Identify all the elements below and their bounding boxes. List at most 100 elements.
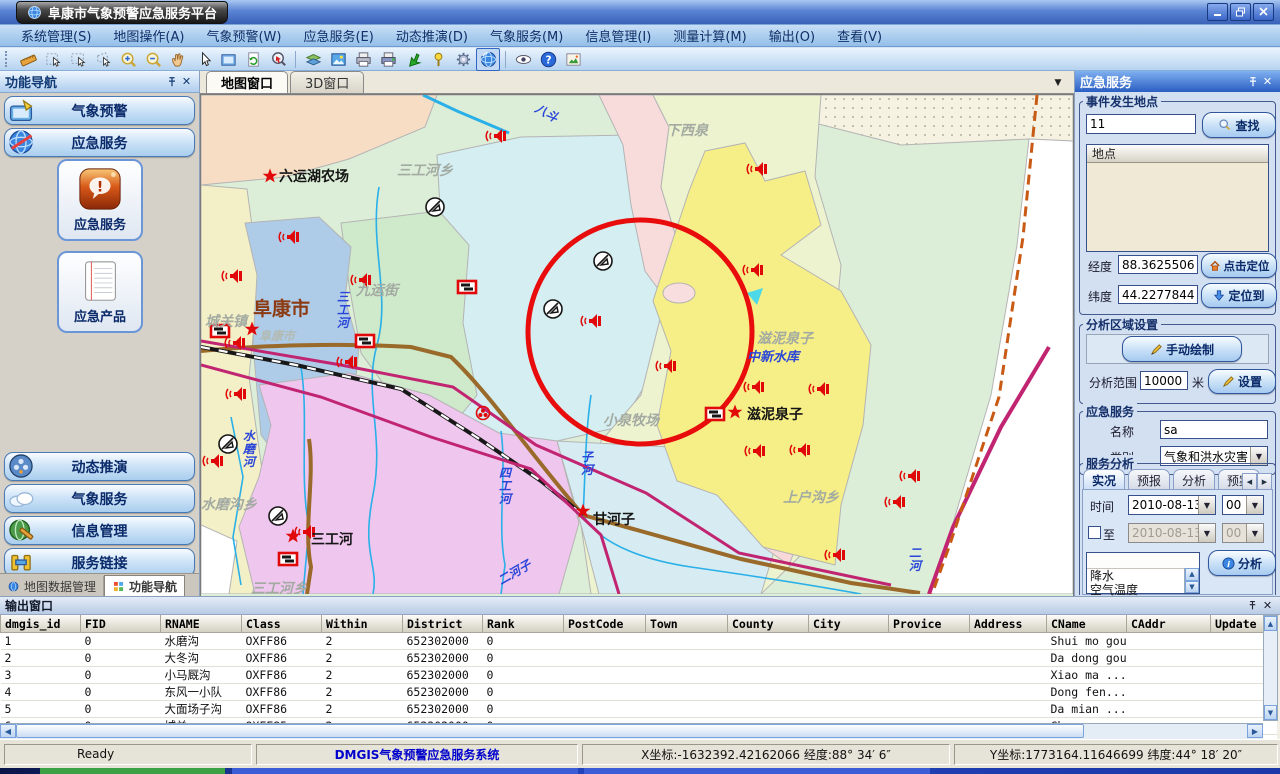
element-list-scrollbar[interactable]: ▲ ▼ [1184,568,1199,593]
toolbar-zoom-out-icon[interactable] [141,48,165,71]
right-panel-close-icon[interactable]: ✕ [1260,75,1275,89]
output-column-header[interactable]: FID [81,615,161,633]
map-tab-1[interactable]: 地图窗口 [206,71,288,93]
nav-bottom-button-3[interactable]: 信息管理 [4,516,195,545]
output-table-row[interactable]: 40东风一小队OXFF8626523020000Dong fen... [1,684,1277,701]
left-panel-tab-1[interactable]: 地图数据管理 [0,576,104,596]
menu-item-4[interactable]: 应急服务(E) [292,24,384,47]
analysis-tab-1[interactable]: 实况 [1083,469,1125,490]
output-column-header[interactable]: CAddr [1127,615,1211,633]
date-to-combo[interactable]: 2010-08-13▼ [1128,523,1216,543]
menu-item-5[interactable]: 动态推演(D) [385,24,479,47]
output-table-row[interactable]: 30小马厩沟OXFF8626523020000Xiao ma ... [1,667,1277,684]
toolbar-layers-icon[interactable] [301,48,325,71]
menu-item-6[interactable]: 气象服务(M) [479,24,574,47]
output-column-header[interactable]: Town [646,615,728,633]
output-scroll-right-icon[interactable]: ▶ [1247,724,1263,738]
manual-draw-button[interactable]: 手动绘制 [1122,336,1242,362]
output-table-row[interactable]: 50大面场子沟OXFF8626523020000Da mian ... [1,701,1277,718]
click-locate-button[interactable]: 点击定位 [1201,253,1277,278]
location-list[interactable]: 地点 [1086,144,1269,252]
scroll-down-icon[interactable]: ▼ [1185,581,1199,594]
output-scroll-left-icon[interactable]: ◀ [0,724,16,738]
toolbar-map-export-icon[interactable] [326,48,350,71]
map-window-menu-button[interactable]: ▼ [1050,75,1066,90]
panel-pin-icon[interactable] [164,75,179,89]
minimize-button[interactable] [1207,3,1228,21]
output-column-header[interactable]: Within [322,615,403,633]
toolbar-grip[interactable] [5,51,12,67]
date-from-combo[interactable]: 2010-08-13▼ [1128,495,1216,515]
content-button-2[interactable]: 应急产品 [57,251,143,333]
toolbar-print-icon[interactable] [351,48,375,71]
toolbar-select-icon[interactable] [41,48,65,71]
output-scroll-up-icon[interactable]: ▲ [1264,616,1277,631]
goto-location-button[interactable]: 定位到 [1201,283,1277,308]
output-table-row[interactable]: 20大冬沟OXFF8626523020000Da dong gou [1,650,1277,667]
toolbar-select-rect-icon[interactable] [66,48,90,71]
output-column-header[interactable]: Address [970,615,1047,633]
nav-top-button-2[interactable]: 应急服务 [4,128,195,157]
output-column-header[interactable]: County [728,615,809,633]
toolbar-print-color-icon[interactable] [376,48,400,71]
range-input[interactable] [1140,371,1188,390]
nav-bottom-button-2[interactable]: 气象服务 [4,484,195,513]
left-panel-tab-2[interactable]: 功能导航 [104,575,185,596]
output-column-header[interactable]: dmgis_id [1,615,81,633]
toolbar-identify-icon[interactable] [266,48,290,71]
scroll-up-icon[interactable]: ▲ [1185,568,1199,581]
toolbar-full-extent-icon[interactable] [216,48,240,71]
analysis-tab-3[interactable]: 分析 [1173,469,1215,490]
menu-item-9[interactable]: 输出(O) [758,24,826,47]
output-close-icon[interactable]: ✕ [1260,599,1275,613]
hour-from-combo[interactable]: 00▼ [1222,495,1264,515]
right-panel-pin-icon[interactable] [1245,75,1260,89]
toolbar-help-icon[interactable]: ? [536,48,560,71]
menu-item-10[interactable]: 查看(V) [826,24,893,47]
map-tab-2[interactable]: 3D窗口 [290,71,364,93]
element-list[interactable]: 降水空气温度 ▲ ▼ [1086,552,1200,594]
service-name-input[interactable] [1160,420,1268,439]
location-search-input[interactable] [1086,114,1196,134]
output-column-header[interactable]: District [403,615,483,633]
element-item-1[interactable]: 降水 [1087,569,1199,583]
output-column-header[interactable]: Provice [889,615,970,633]
output-table-row[interactable]: 10水磨沟OXFF8626523020000Shui mo gou [1,633,1277,650]
output-column-header[interactable]: Class [242,615,322,633]
output-scroll-down-icon[interactable]: ▼ [1264,705,1277,720]
map-canvas[interactable]: 六运湖农场三工河乡下西泉八斗九运街城关镇阜康市阜康市滋泥泉子中新水库滋泥泉子小泉… [200,94,1074,597]
output-hscroll-thumb[interactable] [16,724,1084,738]
toolbar-green-arrow-icon[interactable] [401,48,425,71]
output-pin-icon[interactable] [1245,599,1260,613]
analysis-tab-2[interactable]: 预报 [1128,469,1170,490]
menu-item-2[interactable]: 地图操作(A) [102,24,195,47]
toolbar-globe-icon[interactable] [476,48,500,71]
element-item-2[interactable]: 空气温度 [1087,583,1199,597]
range-set-button[interactable]: 设置 [1208,369,1276,394]
menu-item-1[interactable]: 系统管理(S) [10,24,102,47]
output-column-header[interactable]: PostCode [564,615,646,633]
toolbar-gear-icon[interactable] [451,48,475,71]
toolbar-refresh-icon[interactable] [241,48,265,71]
toolbar-pointer-icon[interactable] [191,48,215,71]
nav-top-button-1[interactable]: 气象预警 [4,96,195,125]
toolbar-zoom-in-icon[interactable] [116,48,140,71]
menu-item-7[interactable]: 信息管理(I) [574,24,662,47]
toolbar-eye-icon[interactable] [511,48,535,71]
toolbar-pan-icon[interactable] [166,48,190,71]
close-button[interactable] [1253,3,1274,21]
content-button-1[interactable]: !应急服务 [57,159,143,241]
panel-close-icon[interactable]: ✕ [179,75,194,89]
toolbar-select-poly-icon[interactable] [91,48,115,71]
menu-item-3[interactable]: 气象预警(W) [195,24,292,47]
toolbar-pushpin-icon[interactable] [426,48,450,71]
output-column-header[interactable]: RNAME [161,615,242,633]
longitude-input[interactable] [1118,255,1198,274]
output-hscrollbar[interactable]: ◀ ▶ [0,723,1263,739]
toolbar-ruler-icon[interactable] [16,48,40,71]
to-checkbox[interactable] [1088,526,1101,539]
output-vscrollbar[interactable]: ▲ ▼ [1263,615,1278,721]
menu-item-8[interactable]: 测量计算(M) [662,24,757,47]
latitude-input[interactable] [1118,285,1198,304]
output-column-header[interactable]: Rank [483,615,564,633]
